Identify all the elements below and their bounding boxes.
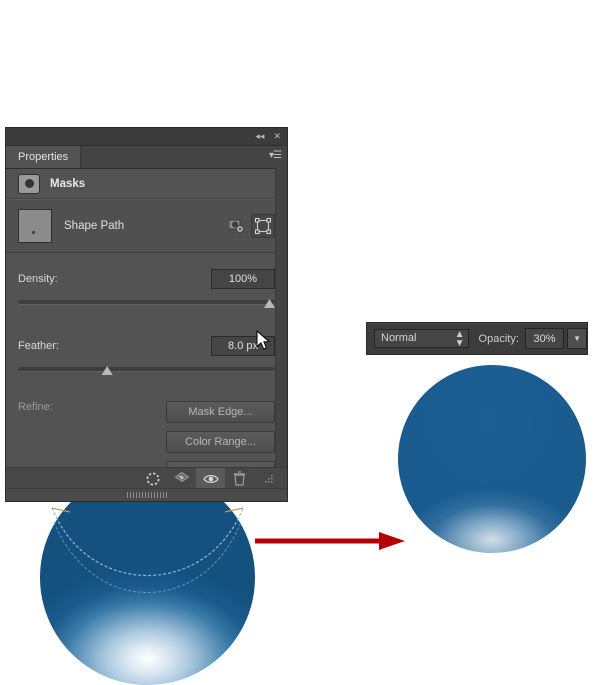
- close-icon[interactable]: ✕: [273, 132, 281, 141]
- layer-options-bar: Normal ▲ ▼ Opacity: 30% ▼: [366, 322, 588, 355]
- density-slider[interactable]: [18, 296, 275, 310]
- apply-mask-icon[interactable]: [167, 468, 196, 490]
- mask-thumbnail[interactable]: [18, 209, 52, 243]
- properties-panel: ◂◂ ✕ Properties ▾☰ Masks Shape Path Dens…: [5, 127, 288, 502]
- opacity-label: Opacity:: [478, 332, 519, 345]
- feather-label: Feather:: [18, 340, 59, 352]
- feather-slider[interactable]: [18, 363, 275, 377]
- sphere-after: [398, 365, 586, 553]
- chevron-down-icon[interactable]: ▼: [567, 328, 588, 349]
- mask-circle-icon: [18, 173, 40, 194]
- panel-resize-grip[interactable]: [6, 488, 287, 501]
- resize-grip-icon[interactable]: [254, 468, 283, 490]
- marching-ants-icon[interactable]: [138, 468, 167, 490]
- trash-icon[interactable]: [225, 468, 254, 490]
- blend-mode-value: Normal: [381, 332, 417, 344]
- density-label: Density:: [18, 273, 58, 285]
- density-input[interactable]: 100%: [211, 269, 275, 289]
- mask-name-label: Shape Path: [64, 220, 125, 232]
- panel-scrollbar[interactable]: [275, 167, 287, 467]
- feather-slider-track[interactable]: [18, 367, 275, 371]
- feather-row: Feather: 8.0 px: [18, 336, 275, 356]
- masks-header: Masks: [6, 169, 287, 199]
- add-vector-mask-icon[interactable]: [251, 214, 275, 238]
- panel-footer-toolbar: [6, 467, 287, 490]
- opacity-input[interactable]: 30%: [524, 328, 565, 349]
- blend-mode-select[interactable]: Normal ▲ ▼: [374, 329, 469, 348]
- panel-body: Density: 100% Feather: 8.0 px Refine: Ma…: [6, 253, 287, 491]
- eye-icon[interactable]: [196, 467, 225, 490]
- tab-properties-label: Properties: [18, 151, 69, 163]
- mask-edge-button[interactable]: Mask Edge...: [166, 401, 275, 423]
- up-down-stepper-icon[interactable]: ▲ ▼: [455, 329, 465, 348]
- mouse-pointer: [256, 330, 271, 350]
- mask-row[interactable]: Shape Path: [6, 199, 287, 253]
- canvas-stage: Normal ▲ ▼ Opacity: 30% ▼ ◂◂ ✕ Properties…: [0, 0, 600, 685]
- refine-label: Refine:: [18, 401, 53, 413]
- tab-properties[interactable]: Properties: [6, 146, 82, 168]
- panel-menu-icon[interactable]: ▾☰: [269, 151, 282, 161]
- density-row: Density: 100%: [18, 269, 275, 289]
- panel-tab-row: Properties ▾☰: [6, 146, 287, 169]
- red-transition-arrow: [255, 530, 407, 557]
- color-range-button[interactable]: Color Range...: [166, 431, 275, 453]
- add-pixel-mask-icon[interactable]: [225, 215, 247, 237]
- density-slider-track[interactable]: [18, 300, 275, 304]
- panel-titlebar: ◂◂ ✕: [6, 128, 287, 146]
- page-title: Masks: [50, 177, 86, 190]
- collapse-double-arrow-icon[interactable]: ◂◂: [255, 132, 264, 141]
- grip-lines-icon: [126, 492, 167, 498]
- sphere-before: [40, 470, 255, 685]
